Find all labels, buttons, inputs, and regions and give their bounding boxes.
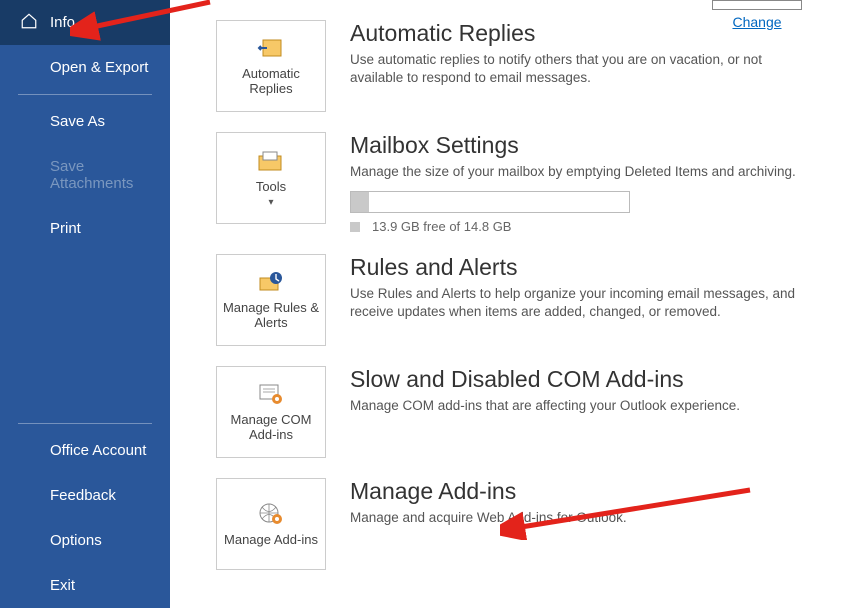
sidebar-item-label: Options (50, 532, 102, 549)
sidebar-item-label: Save Attachments (50, 158, 133, 192)
section-desc: Manage the size of your mailbox by empty… (350, 163, 817, 181)
manage-addins-button[interactable]: Manage Add-ins (216, 478, 326, 570)
sidebar-item-open-export[interactable]: Open & Export (0, 45, 170, 90)
sidebar-item-feedback[interactable]: Feedback (0, 473, 170, 518)
sidebar-item-label: Print (50, 220, 81, 237)
sidebar-item-options[interactable]: Options (0, 518, 170, 563)
section-desc: Use automatic replies to notify others t… (350, 51, 817, 87)
automatic-replies-button[interactable]: Automatic Replies (216, 20, 326, 112)
sidebar-item-label: Open & Export (50, 59, 148, 76)
account-preview-frame (712, 0, 802, 10)
section-desc: Manage COM add-ins that are affecting yo… (350, 397, 817, 415)
section-desc: Manage and acquire Web Add-ins for Outlo… (350, 509, 817, 527)
sidebar-item-label: Save As (50, 113, 105, 130)
sidebar-item-label: Exit (50, 577, 75, 594)
account-change-block: Change (697, 0, 817, 30)
section-title: Rules and Alerts (350, 254, 817, 281)
manage-rules-alerts-button[interactable]: Manage Rules & Alerts (216, 254, 326, 346)
tile-label: Manage COM Add-ins (217, 413, 325, 443)
sidebar-item-exit[interactable]: Exit (0, 563, 170, 608)
sidebar-item-label: Info (50, 14, 75, 31)
sidebar-item-label: Feedback (50, 487, 116, 504)
mailbox-usage-bar (350, 191, 630, 213)
home-icon (20, 12, 38, 34)
tile-label: Manage Rules & Alerts (217, 301, 325, 331)
sidebar-item-save-as[interactable]: Save As (0, 99, 170, 144)
sidebar-item-print[interactable]: Print (0, 206, 170, 251)
chevron-down-icon: ▾ (268, 197, 273, 208)
mailbox-usage-fill (351, 192, 369, 212)
mailbox-usage-text: 13.9 GB free of 14.8 GB (372, 219, 511, 234)
tile-label: Tools (252, 180, 290, 195)
sidebar-item-save-attachments: Save Attachments (0, 144, 170, 206)
usage-swatch-icon (350, 222, 360, 232)
section-desc: Use Rules and Alerts to help organize yo… (350, 285, 817, 321)
file-menu-sidebar: Info Open & Export Save As Save Attachme… (0, 0, 170, 608)
manage-com-addins-button[interactable]: Manage COM Add-ins (216, 366, 326, 458)
tools-icon (255, 148, 287, 174)
addins-icon (255, 501, 287, 527)
mailbox-usage-note: 13.9 GB free of 14.8 GB (350, 219, 817, 234)
main-content: Change Automatic Replies Automatic Repli… (170, 0, 847, 608)
sidebar-separator (18, 423, 152, 424)
section-title: Slow and Disabled COM Add-ins (350, 366, 817, 393)
sidebar-separator (18, 94, 152, 95)
change-link[interactable]: Change (732, 14, 781, 30)
tools-button[interactable]: Tools ▾ (216, 132, 326, 224)
tile-label: Automatic Replies (217, 67, 325, 97)
sidebar-item-label: Office Account (50, 442, 146, 459)
rules-alerts-icon (255, 269, 287, 295)
section-title: Mailbox Settings (350, 132, 817, 159)
sidebar-item-info[interactable]: Info (0, 0, 170, 45)
com-addins-icon (255, 381, 287, 407)
tile-label: Manage Add-ins (220, 533, 322, 548)
automatic-replies-icon (255, 35, 287, 61)
sidebar-item-office-account[interactable]: Office Account (0, 428, 170, 473)
section-title: Manage Add-ins (350, 478, 817, 505)
